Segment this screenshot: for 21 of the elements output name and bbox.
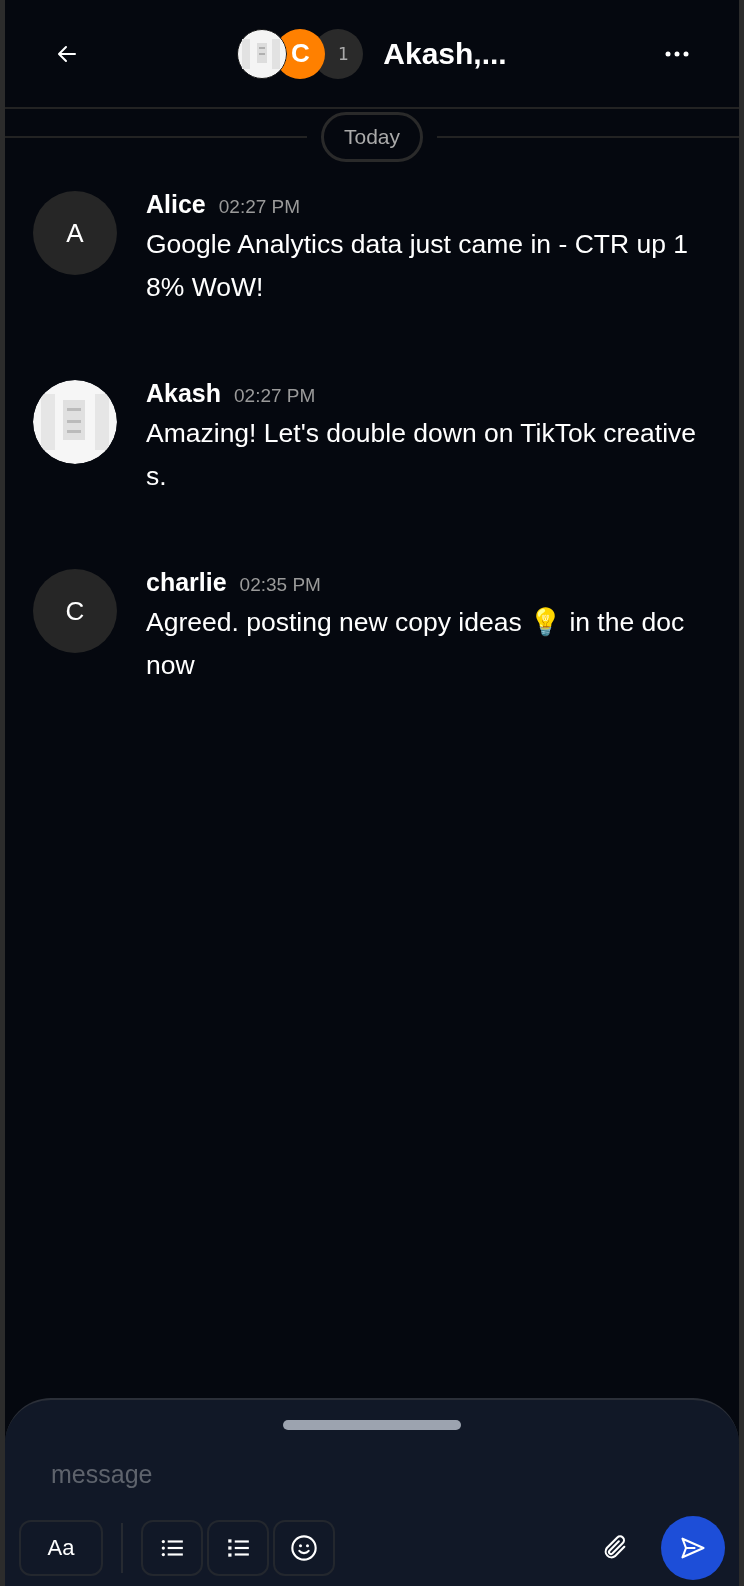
message-text: Google Analytics data just came in - CTR up 18% WoW! [146,228,690,304]
timestamp: 02:27 PM [218,196,301,218]
bullet-list-button[interactable] [141,1520,203,1576]
sender-name: Alice [146,190,206,219]
sender-name: Akash [146,379,222,408]
timestamp: 02:35 PM [239,574,321,596]
date-divider: Today [321,112,424,162]
avatar: A [33,191,117,275]
chat-title: Akash,... [383,36,507,71]
format-button[interactable]: Aa [19,1520,103,1576]
sender-name: charlie [146,568,227,597]
message-text: Amazing! Let's double down on TikTok creatives. [146,417,698,493]
emoji-button[interactable] [273,1520,335,1576]
message-field[interactable]: message [19,1452,725,1496]
timestamp: 02:27 PM [234,385,316,407]
numbered-list-button[interactable] [207,1520,269,1576]
drag-handle[interactable] [283,1420,461,1430]
smiley-icon [290,1534,318,1562]
message-text: Agreed. posting new copy ideas 💡 in the doc now [146,606,686,682]
more-icon[interactable] [665,50,689,57]
avatar: C [33,569,117,653]
